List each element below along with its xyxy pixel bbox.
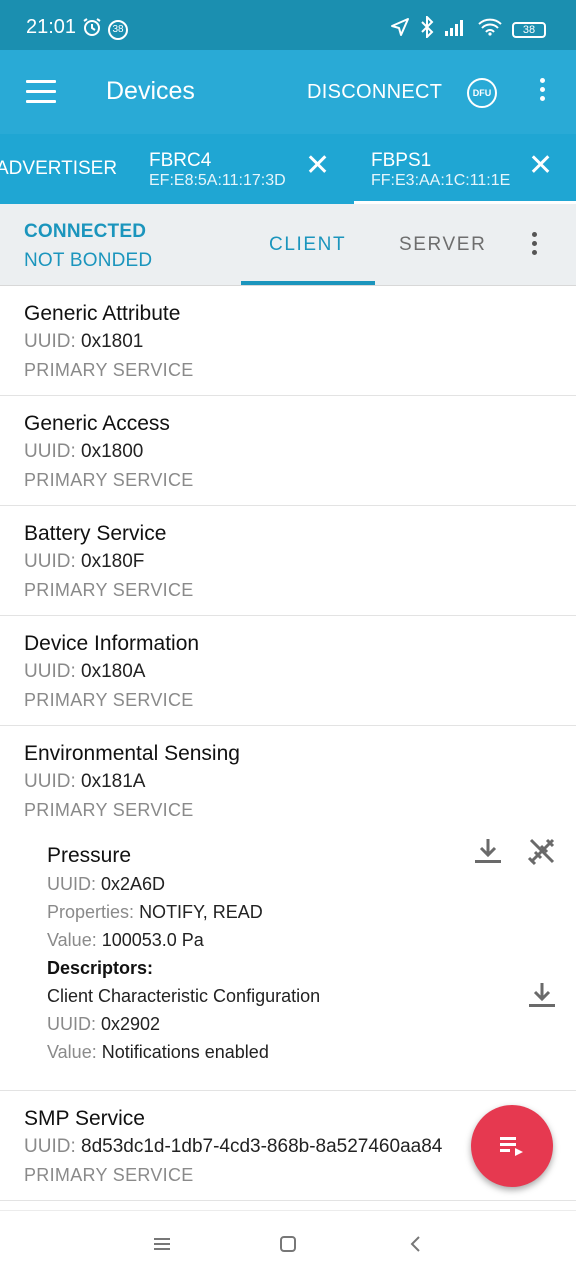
close-icon[interactable]: ✕: [305, 151, 330, 181]
value-label: Value:: [47, 1042, 97, 1062]
list-item-expanded[interactable]: Environmental Sensing UUID: 0x181A PRIMA…: [0, 726, 576, 1091]
disconnect-button[interactable]: DISCONNECT: [307, 81, 442, 104]
descriptor-value: Notifications enabled: [101, 1042, 269, 1062]
tab-device-name: FBPS1: [371, 150, 432, 171]
connection-state: CONNECTED: [24, 221, 147, 242]
page-title: Devices: [106, 77, 195, 105]
bond-state: NOT BONDED: [24, 250, 153, 271]
wifi-icon: [478, 18, 502, 41]
service-type: PRIMARY SERVICE: [24, 470, 194, 490]
uuid-label: UUID:: [24, 551, 76, 572]
characteristic-properties: NOTIFY, READ: [139, 902, 263, 922]
service-name: Battery Service: [24, 522, 167, 545]
system-nav-bar: [0, 1210, 576, 1280]
tab-device-advertiser[interactable]: ADVERTISER: [0, 134, 118, 204]
status-bar: 21:01 38 38: [0, 0, 576, 50]
service-uuid: 0x1800: [81, 441, 144, 462]
list-item[interactable]: Device Information UUID: 0x180A PRIMARY …: [0, 616, 576, 726]
tab-device-name: FBRC4: [149, 150, 212, 171]
log-list-icon: [500, 1137, 523, 1156]
list-item[interactable]: Generic Access UUID: 0x1800 PRIMARY SERV…: [0, 396, 576, 506]
recents-icon[interactable]: [152, 1235, 172, 1258]
descriptors-heading: Descriptors:: [47, 958, 154, 978]
status-time: 21:01: [26, 16, 77, 38]
back-icon[interactable]: [408, 1235, 422, 1258]
service-name: Generic Access: [24, 412, 170, 435]
home-icon[interactable]: [279, 1235, 297, 1258]
service-name: Device Information: [24, 632, 200, 655]
tab-client[interactable]: CLIENT: [269, 234, 346, 256]
signal-icon: [444, 18, 468, 41]
uuid-label: UUID:: [47, 1014, 96, 1034]
service-uuid: 0x181A: [81, 771, 146, 792]
tab-device-fbrc4[interactable]: FBRC4 EF:E8:5A:11:17:3D ✕: [149, 134, 349, 204]
battery-icon: 38: [512, 21, 546, 38]
service-uuid: 8d53dc1d-1db7-4cd3-868b-8a527460aa84: [81, 1136, 443, 1157]
tab-indicator: [241, 281, 375, 285]
connection-overflow-icon[interactable]: [532, 232, 538, 259]
hamburger-menu-icon[interactable]: [26, 80, 56, 104]
service-type: PRIMARY SERVICE: [24, 580, 194, 600]
properties-label: Properties:: [47, 902, 135, 922]
tab-device-fbps1[interactable]: FBPS1 FF:E3:AA:1C:11:1E ✕: [354, 134, 576, 204]
uuid-label: UUID:: [24, 1136, 76, 1157]
list-item[interactable]: Generic Attribute UUID: 0x1801 PRIMARY S…: [0, 286, 576, 396]
service-type: PRIMARY SERVICE: [24, 690, 194, 710]
characteristic-uuid: 0x2A6D: [101, 874, 166, 894]
characteristic-value: 100053.0 Pa: [101, 930, 204, 950]
service-type: PRIMARY SERVICE: [24, 1165, 194, 1185]
descriptor-uuid: 0x2902: [101, 1014, 161, 1034]
overflow-menu-icon[interactable]: [540, 78, 546, 105]
close-icon[interactable]: ✕: [528, 151, 553, 181]
tab-server[interactable]: SERVER: [399, 234, 486, 256]
value-label: Value:: [47, 930, 97, 950]
service-name: SMP Service: [24, 1107, 145, 1130]
uuid-label: UUID:: [24, 661, 76, 682]
app-bar: Devices DISCONNECT DFU: [0, 50, 576, 134]
alarm-icon: [82, 17, 102, 42]
service-type: PRIMARY SERVICE: [24, 360, 194, 380]
list-item[interactable]: Battery Service UUID: 0x180F PRIMARY SER…: [0, 506, 576, 616]
uuid-label: UUID:: [24, 331, 76, 352]
tab-device-name: ADVERTISER: [0, 158, 118, 179]
service-uuid: 0x180F: [81, 551, 145, 572]
descriptor-read-icon[interactable]: [527, 980, 557, 1010]
location-icon: [390, 17, 410, 42]
descriptor-name: Client Characteristic Configuration: [47, 986, 321, 1006]
tab-device-address: FF:E3:AA:1C:11:1E: [371, 172, 511, 189]
service-type: PRIMARY SERVICE: [24, 800, 194, 820]
characteristic-item[interactable]: Pressure UUID: 0x2A6D Properties: NOTIFY…: [47, 838, 555, 1066]
service-uuid: 0x1801: [81, 331, 144, 352]
service-name: Generic Attribute: [24, 302, 181, 325]
service-name: Environmental Sensing: [24, 742, 240, 765]
notification-badge: 38: [108, 19, 128, 40]
bluetooth-icon: [420, 14, 434, 43]
service-list[interactable]: Generic Attribute UUID: 0x1801 PRIMARY S…: [0, 286, 576, 1201]
log-fab-button[interactable]: [471, 1105, 553, 1187]
uuid-label: UUID:: [24, 441, 76, 462]
connection-bar: CONNECTED NOT BONDED CLIENT SERVER: [0, 204, 576, 286]
uuid-label: UUID:: [24, 771, 76, 792]
tab-device-address: EF:E8:5A:11:17:3D: [149, 172, 286, 189]
service-uuid: 0x180A: [81, 661, 146, 682]
notify-disable-icon[interactable]: [527, 836, 557, 866]
uuid-label: UUID:: [47, 874, 96, 894]
dfu-icon[interactable]: DFU: [467, 78, 497, 108]
read-download-icon[interactable]: [473, 836, 503, 866]
device-tabs: ADVERTISER FBRC4 EF:E8:5A:11:17:3D ✕ FBP…: [0, 134, 576, 204]
